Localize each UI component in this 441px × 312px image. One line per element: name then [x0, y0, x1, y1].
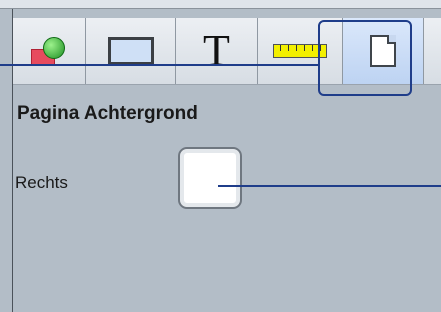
- shapes-icon: [29, 35, 69, 67]
- rectangle-icon: [107, 37, 154, 65]
- callout-line-right: [218, 185, 441, 187]
- tab-shapes[interactable]: [13, 18, 86, 84]
- tab-highlight-callout: [318, 20, 412, 96]
- tab-text[interactable]: T: [176, 18, 258, 84]
- right-color-swatch[interactable]: [178, 147, 242, 209]
- tab-box[interactable]: [86, 18, 176, 84]
- section-title: Pagina Achtergrond: [17, 103, 198, 124]
- window-top-edge: [0, 0, 441, 9]
- right-label: Rechts: [15, 173, 68, 192]
- callout-line-left: [0, 64, 318, 66]
- text-icon: T: [203, 26, 230, 75]
